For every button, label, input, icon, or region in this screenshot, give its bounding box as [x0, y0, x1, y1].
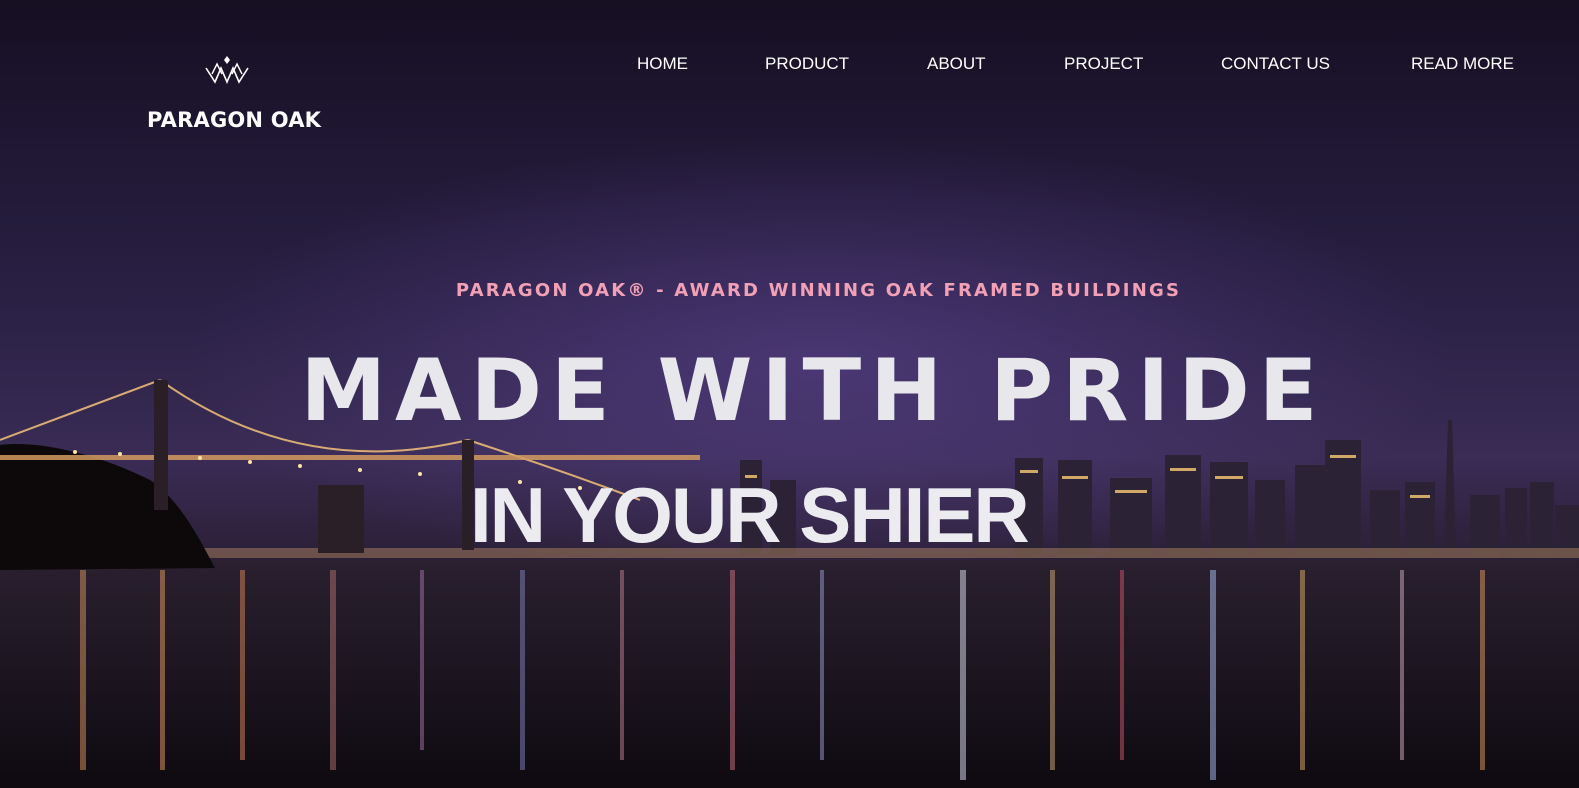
hero-headline-line1: MADE WITH PRIDE — [300, 341, 1327, 441]
nav-item-home[interactable]: HOME — [637, 54, 688, 74]
hero-section: PARAGON OAK HOME PRODUCT ABOUT PROJECT C… — [0, 0, 1579, 788]
nav-item-product[interactable]: PRODUCT — [765, 54, 849, 74]
nav-item-contact-us[interactable]: CONTACT US — [1221, 54, 1330, 74]
hero-tagline: PARAGON OAK® - AWARD WINNING OAK FRAMED … — [455, 280, 1182, 301]
hero-headline-line2: IN YOUR SHIER — [470, 471, 1030, 559]
nav-item-about[interactable]: ABOUT — [927, 54, 986, 74]
nav-item-read-more[interactable]: READ MORE — [1411, 54, 1514, 74]
brand-name: PARAGON OAK — [147, 108, 322, 132]
nav-item-project[interactable]: PROJECT — [1064, 54, 1143, 74]
main-navigation: HOME PRODUCT ABOUT PROJECT CONTACT US RE… — [0, 54, 1579, 80]
